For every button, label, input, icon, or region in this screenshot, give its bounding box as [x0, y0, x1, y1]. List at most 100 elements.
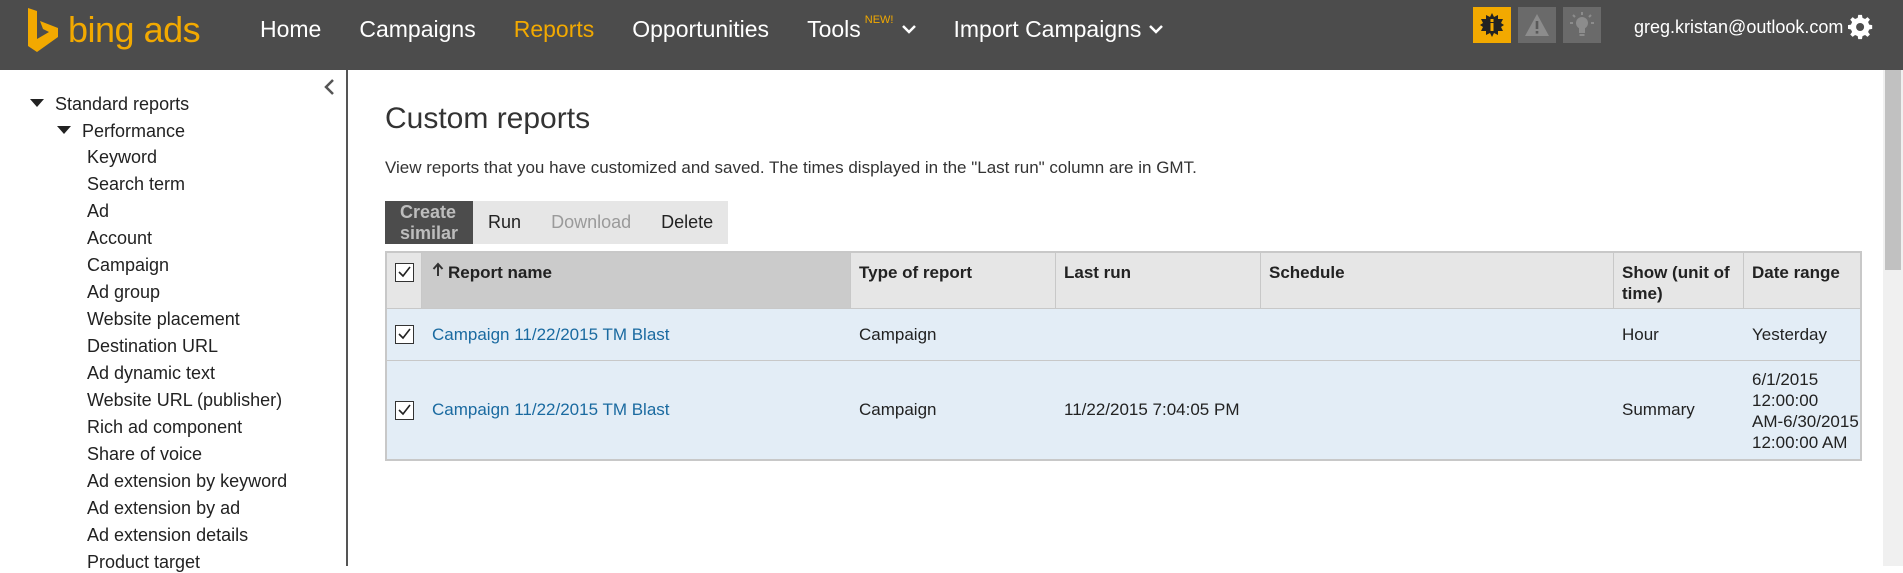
schedule-cell: [1261, 361, 1614, 459]
sidebar-item-campaign[interactable]: Campaign: [87, 255, 169, 276]
reports-sidebar: Standard reports Performance Keyword Sea…: [0, 70, 348, 572]
date-range-cell: 6/1/2015 12:00:00 AM-6/30/2015 12:00:00 …: [1744, 361, 1860, 459]
sidebar-item-share-of-voice[interactable]: Share of voice: [87, 444, 202, 465]
sidebar-item-ad-dynamic-text[interactable]: Ad dynamic text: [87, 363, 215, 384]
date-range-line: 6/1/2015: [1752, 370, 1819, 389]
run-button[interactable]: Run: [473, 201, 536, 244]
col-type-header[interactable]: Type of report: [851, 253, 1056, 308]
notification-area: [1473, 7, 1608, 43]
table-row: Campaign 11/22/2015 TM Blast Campaign Ho…: [387, 309, 1860, 361]
nav-campaigns[interactable]: Campaigns: [359, 16, 475, 43]
report-name-cell: Campaign 11/22/2015 TM Blast: [422, 361, 851, 459]
sidebar-item-ad-extension-by-keyword[interactable]: Ad extension by keyword: [87, 471, 287, 492]
sidebar-item-rich-ad-component[interactable]: Rich ad component: [87, 417, 242, 438]
col-show-label-line2: time): [1622, 284, 1663, 303]
last-run-cell: 11/22/2015 7:04:05 PM: [1064, 400, 1240, 419]
nav-opportunities[interactable]: Opportunities: [632, 16, 769, 43]
date-range-line: AM-6/30/2015: [1752, 412, 1859, 431]
sidebar-item-product-target[interactable]: Product target: [87, 552, 200, 573]
chevron-down-icon: [1149, 24, 1164, 34]
sidebar-item-ad[interactable]: Ad: [87, 201, 109, 222]
tree-performance[interactable]: Performance: [57, 121, 185, 142]
sidebar-item-ad-extension-by-ad[interactable]: Ad extension by ad: [87, 498, 240, 519]
sidebar-item-search-term[interactable]: Search term: [87, 174, 185, 195]
report-name-cell: Campaign 11/22/2015 TM Blast: [422, 309, 851, 360]
row-checkbox[interactable]: [395, 401, 414, 420]
select-all-checkbox[interactable]: [395, 263, 414, 282]
chevron-down-icon: [901, 24, 916, 34]
sidebar-item-website-placement[interactable]: Website placement: [87, 309, 240, 330]
new-badge: NEW!: [864, 14, 894, 26]
scrollbar-thumb[interactable]: [1885, 70, 1901, 270]
schedule-cell: [1261, 309, 1614, 360]
nav-tools-label: Tools: [807, 15, 861, 42]
tree-performance-label: Performance: [82, 121, 186, 141]
nav-tools[interactable]: Tools NEW!: [807, 14, 916, 43]
row-select-cell: [387, 361, 422, 459]
sidebar-item-ad-group[interactable]: Ad group: [87, 282, 160, 303]
top-navigation-bar: bing ads Home Campaigns Reports Opportun…: [0, 0, 1903, 70]
page-scrollbar[interactable]: [1883, 70, 1903, 566]
collapse-sidebar-icon[interactable]: [322, 78, 336, 101]
main-nav: Home Campaigns Reports Opportunities Too…: [260, 0, 1201, 58]
type-cell: Campaign: [859, 324, 937, 344]
table-row: Campaign 11/22/2015 TM Blast Campaign 11…: [387, 361, 1860, 459]
nav-campaigns-label: Campaigns: [359, 15, 476, 42]
table-header-row: Report name Type of report Last run Sche…: [387, 253, 1860, 309]
row-checkbox[interactable]: [395, 325, 414, 344]
report-name-link[interactable]: Campaign 11/22/2015 TM Blast: [432, 400, 670, 420]
bing-logo-icon: [28, 8, 58, 52]
type-cell: Campaign: [859, 400, 937, 419]
download-button[interactable]: Download: [536, 201, 646, 244]
bing-ads-logo[interactable]: bing ads: [26, 8, 201, 52]
nav-reports-label: Reports: [513, 15, 595, 42]
sidebar-item-website-url-publisher[interactable]: Website URL (publisher): [87, 390, 282, 411]
nav-reports[interactable]: Reports: [514, 16, 595, 43]
lightbulb-icon: [1570, 12, 1594, 36]
info-alert-button[interactable]: [1473, 7, 1511, 43]
sort-up-arrow-icon: [432, 262, 444, 283]
custom-reports-table: Report name Type of report Last run Sche…: [385, 251, 1862, 461]
nav-home[interactable]: Home: [260, 16, 321, 43]
col-schedule-header[interactable]: Schedule: [1261, 253, 1614, 308]
col-show-header[interactable]: Show (unit of time): [1614, 253, 1744, 308]
col-report-name-header[interactable]: Report name: [422, 253, 851, 308]
col-report-name-label: Report name: [448, 263, 552, 282]
show-cell: Summary: [1622, 400, 1695, 419]
delete-button[interactable]: Delete: [646, 201, 728, 244]
create-similar-button[interactable]: Create similar: [385, 201, 474, 244]
col-last-run-header[interactable]: Last run: [1056, 253, 1261, 308]
show-cell: Hour: [1622, 324, 1659, 344]
logo-text: bing ads: [68, 9, 201, 50]
nav-import-campaigns[interactable]: Import Campaigns: [954, 16, 1164, 43]
settings-gear-icon[interactable]: [1848, 14, 1874, 45]
page-description: View reports that you have customized an…: [385, 158, 1197, 177]
nav-import-label: Import Campaigns: [953, 15, 1142, 42]
nav-opportunities-label: Opportunities: [632, 15, 770, 42]
last-run-cell: [1056, 309, 1261, 360]
info-icon: [1480, 13, 1504, 37]
date-range-line: 12:00:00 AM: [1752, 433, 1848, 452]
warning-alert-button[interactable]: [1518, 7, 1556, 43]
select-all-cell: [387, 253, 422, 308]
warning-icon: [1525, 14, 1549, 36]
tree-standard-reports-label: Standard reports: [55, 94, 190, 114]
tips-button[interactable]: [1563, 7, 1601, 43]
page-title: Custom reports: [385, 102, 591, 135]
sidebar-item-account[interactable]: Account: [87, 228, 152, 249]
date-range-line: 12:00:00: [1752, 391, 1819, 410]
report-toolbar: Create similar Run Download Delete: [385, 201, 729, 244]
date-range-cell: Yesterday: [1752, 324, 1827, 344]
row-select-cell: [387, 309, 422, 360]
sidebar-item-keyword[interactable]: Keyword: [87, 147, 157, 168]
report-name-link[interactable]: Campaign 11/22/2015 TM Blast: [432, 325, 670, 345]
sidebar-item-ad-extension-details[interactable]: Ad extension details: [87, 525, 248, 546]
col-date-range-header[interactable]: Date range: [1744, 253, 1860, 308]
expand-triangle-icon: [30, 99, 44, 107]
user-email[interactable]: greg.kristan@outlook.com: [1634, 17, 1843, 38]
expand-triangle-icon: [57, 126, 71, 134]
col-show-label-line1: Show (unit of: [1622, 263, 1730, 282]
nav-home-label: Home: [260, 15, 322, 42]
tree-standard-reports[interactable]: Standard reports: [30, 94, 189, 115]
sidebar-item-destination-url[interactable]: Destination URL: [87, 336, 218, 357]
